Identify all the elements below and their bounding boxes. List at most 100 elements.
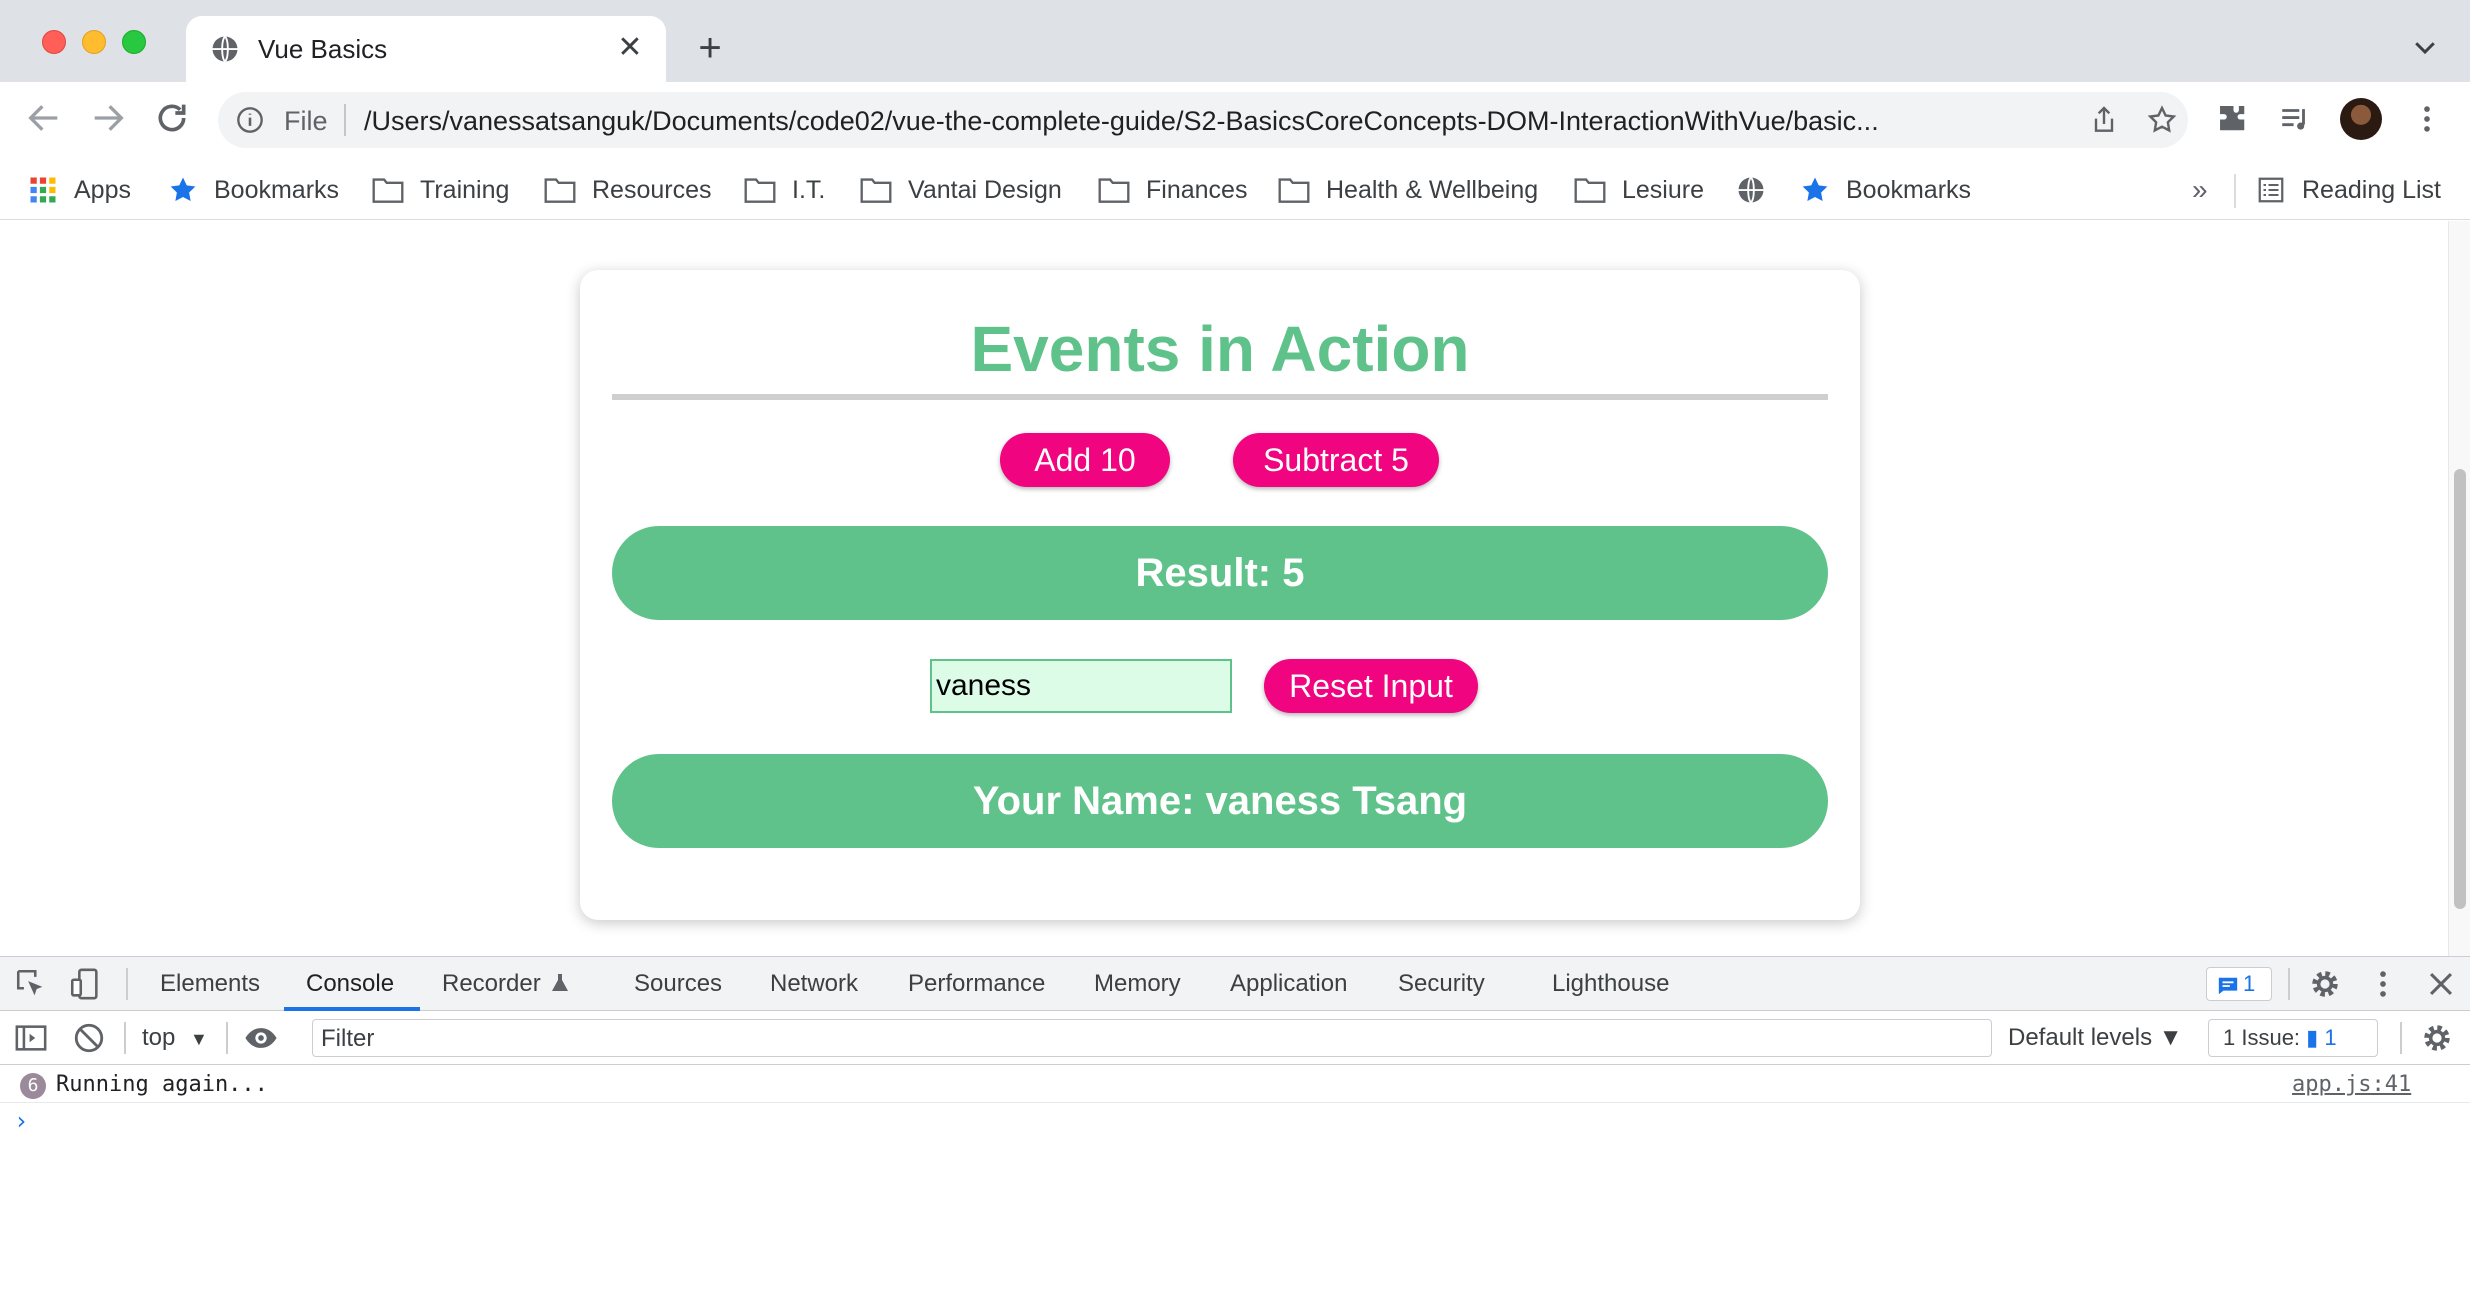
page-viewport: Events in Action Add 10 Subtract 5 Resul… [0,221,2448,956]
bookmark-folder-training[interactable]: Training [372,172,509,208]
name-input[interactable] [930,659,1232,713]
more-vertical-icon[interactable] [2366,967,2400,1001]
page-scrollbar[interactable] [2448,221,2470,956]
reading-list-label: Reading List [2302,175,2441,204]
globe-icon [1738,176,1764,204]
tab-lighthouse[interactable]: Lighthouse [1552,957,1669,1011]
tab-sources[interactable]: Sources [634,957,722,1011]
device-toolbar-icon[interactable] [68,967,102,1001]
bookmark-label: Bookmarks [1846,175,1972,204]
bookmark-label: Training [420,175,510,204]
bookmark-label: Vantai Design [908,175,1062,204]
console-message-row[interactable]: 6 Running again... app.js:41 [0,1065,2470,1103]
name-display: Your Name: vaness Tsang [612,754,1828,848]
close-icon[interactable] [2424,967,2458,1001]
close-window-button[interactable] [42,30,66,54]
address-bar[interactable]: File /Users/vanessatsanguk/Documents/cod… [218,92,2188,148]
filter-placeholder: Filter [321,1025,375,1052]
tab-console[interactable]: Console [306,957,394,1011]
bookmark-bookmarks[interactable]: Bookmarks [168,172,339,208]
bookmark-label: Finances [1146,175,1248,204]
reading-list-button[interactable]: Reading List [2256,172,2441,208]
folder-icon [744,178,776,203]
folder-icon [1574,178,1606,203]
minimize-window-button[interactable] [82,30,106,54]
inspect-element-icon[interactable] [14,967,48,1001]
tab-performance[interactable]: Performance [908,957,1045,1011]
url-text[interactable]: /Users/vanessatsanguk/Documents/code02/v… [364,106,2084,136]
bookmark-apps[interactable]: Apps [28,172,131,208]
context-value: top [142,1024,176,1051]
devtools-panel: Elements Console Recorder Sources Networ… [0,956,2470,1300]
issues-count: 1 [2324,1025,2337,1050]
browser-tab-active[interactable]: Vue Basics ✕ [186,16,666,82]
bookmarks-overflow-button[interactable]: » [2192,174,2208,206]
zoom-window-button[interactable] [122,30,146,54]
repeat-count-badge: 6 [20,1073,46,1099]
back-arrow-icon[interactable] [24,98,64,138]
bookmark-folder-resources[interactable]: Resources [544,172,712,208]
tab-close-icon[interactable]: ✕ [612,30,648,66]
scheme-label: File [284,106,328,136]
bookmark-folder-vantai-design[interactable]: Vantai Design [860,172,1062,208]
title-divider [612,394,1828,400]
bookmark-star-icon[interactable] [2146,104,2178,136]
message-icon [2218,977,2238,995]
console-message-text: Running again... [56,1072,268,1097]
bookmark-folder-health-wellbeing[interactable]: Health & Wellbeing [1278,172,1538,208]
reload-icon[interactable] [152,98,192,138]
tab-elements[interactable]: Elements [160,957,260,1011]
chevron-down-icon[interactable] [2410,32,2440,62]
page-title: Events in Action [970,313,1470,385]
tab-recorder[interactable]: Recorder [442,957,541,1011]
profile-avatar[interactable] [2340,98,2382,140]
browser-tab-strip: Vue Basics ✕ + [0,0,2470,82]
reset-input-button[interactable]: Reset Input [1264,659,1478,713]
bookmark-bookmarks-2[interactable]: Bookmarks [1800,172,1971,208]
eye-icon[interactable] [244,1021,278,1055]
console-source-link[interactable]: app.js:41 [2292,1071,2411,1099]
star-icon [170,177,196,201]
divider [344,104,346,136]
media-playlist-icon[interactable] [2278,102,2312,136]
divider [126,968,128,1000]
add-10-button[interactable]: Add 10 [1000,433,1170,487]
folder-icon [1278,178,1310,203]
console-toolbar: top ▼ Filter Default levels ▼ 1 Issue: ▮… [0,1011,2470,1065]
tab-security[interactable]: Security [1398,957,1485,1011]
subtract-5-button[interactable]: Subtract 5 [1233,433,1439,487]
browser-toolbar: File /Users/vanessatsanguk/Documents/cod… [0,82,2470,160]
extensions-puzzle-icon[interactable] [2216,102,2250,136]
gear-icon[interactable] [2308,967,2342,1001]
clear-console-icon[interactable] [72,1021,106,1055]
bookmark-globe[interactable] [1736,172,1782,208]
bookmarks-bar: Apps Bookmarks Training Resources I.T. V… [0,160,2470,220]
sidebar-toggle-icon[interactable] [14,1021,48,1055]
scrollbar-thumb[interactable] [2454,469,2466,909]
console-prompt[interactable]: › [14,1107,28,1135]
bookmark-folder-lesiure[interactable]: Lesiure [1574,172,1704,208]
tab-memory[interactable]: Memory [1094,957,1181,1011]
forward-arrow-icon[interactable] [88,98,128,138]
messages-badge[interactable]: 1 [2206,967,2272,1001]
more-vertical-icon[interactable] [2410,102,2444,136]
flask-icon [552,974,568,991]
console-filter-input[interactable]: Filter [312,1019,1992,1057]
result-display: Result: 5 [612,526,1828,620]
new-tab-button[interactable]: + [690,28,730,68]
tab-application[interactable]: Application [1230,957,1347,1011]
context-select[interactable]: top ▼ [142,1023,208,1054]
bookmark-folder-finances[interactable]: Finances [1098,172,1247,208]
folder-icon [860,178,892,203]
tab-title: Vue Basics [258,34,388,64]
messages-count: 1 [2243,971,2256,996]
log-levels-select[interactable]: Default levels ▼ [2008,1023,2183,1053]
divider [2234,174,2236,208]
bookmark-folder-it[interactable]: I.T. [744,172,825,208]
info-icon[interactable] [236,106,264,134]
share-icon[interactable] [2088,104,2120,136]
issues-button[interactable]: 1 Issue: ▮ 1 [2208,1019,2378,1057]
tab-network[interactable]: Network [770,957,858,1011]
issues-label: 1 Issue: [2223,1025,2301,1050]
console-settings-gear-icon[interactable] [2420,1021,2454,1055]
